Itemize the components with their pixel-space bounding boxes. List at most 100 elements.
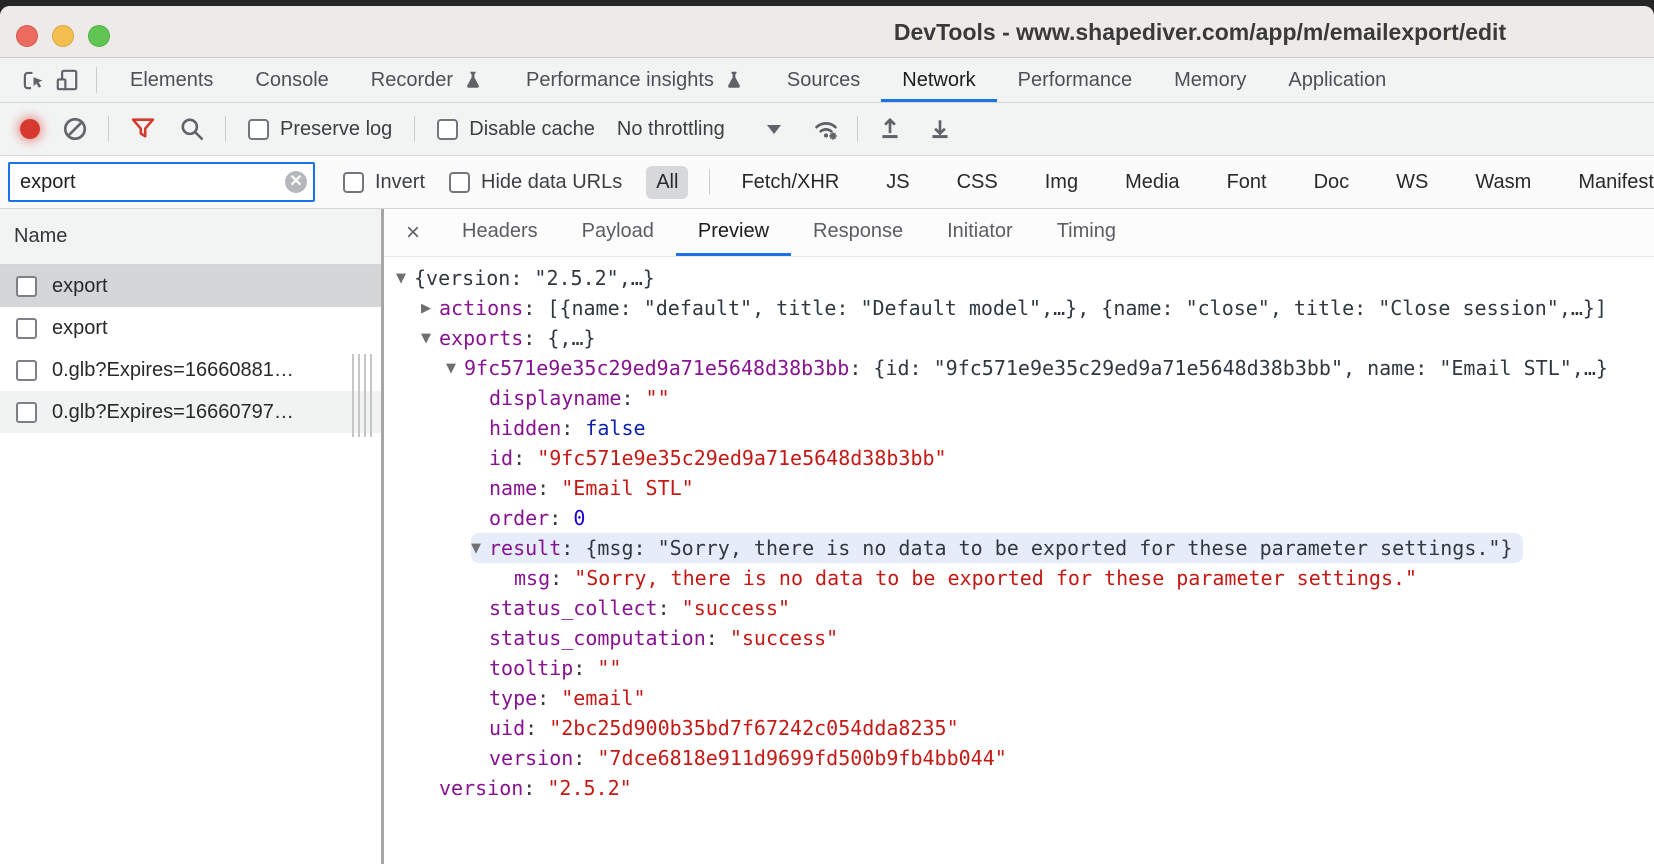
request-row-checkbox[interactable] <box>16 276 37 297</box>
detail-tab-payload[interactable]: Payload <box>560 209 676 256</box>
expander-triangle-icon[interactable]: ▼ <box>471 541 489 556</box>
json-key: type <box>489 686 537 710</box>
request-row-checkbox[interactable] <box>16 318 37 339</box>
request-row[interactable]: 0.glb?Expires=16660797… <box>0 391 381 433</box>
zoom-window-button[interactable] <box>88 25 110 47</box>
tab-console[interactable]: Console <box>234 58 349 102</box>
request-row[interactable]: 0.glb?Expires=16660881… <box>0 349 381 391</box>
preserve-log-toggle[interactable]: Preserve log <box>248 118 392 141</box>
tree-node: displayname: "" <box>471 383 680 413</box>
tab-label: Application <box>1288 69 1386 92</box>
disable-cache-checkbox[interactable] <box>437 119 458 140</box>
invert-checkbox[interactable] <box>343 172 364 193</box>
detail-tab-timing[interactable]: Timing <box>1035 209 1138 256</box>
filter-chip-wasm[interactable]: Wasm <box>1465 166 1541 199</box>
tab-sources[interactable]: Sources <box>766 58 881 102</box>
expander-triangle-icon[interactable]: ▼ <box>421 331 439 346</box>
json-plain: {id: "9fc571e9e35c29ed9a71e5648d38b3bb",… <box>873 356 1608 380</box>
filter-input[interactable] <box>8 162 315 202</box>
tab-memory[interactable]: Memory <box>1153 58 1267 102</box>
json-plain: [{name: "default", title: "Default model… <box>547 296 1607 320</box>
filter-chip-css[interactable]: CSS <box>947 166 1008 199</box>
tab-performance-insights[interactable]: Performance insights <box>505 58 766 102</box>
preserve-log-checkbox[interactable] <box>248 119 269 140</box>
requests-name-column-header[interactable]: Name <box>0 209 381 265</box>
json-str: "success" <box>682 596 790 620</box>
detail-tab-headers[interactable]: Headers <box>440 209 560 256</box>
tree-line[interactable]: ▼9fc571e9e35c29ed9a71e5648d38b3bb: {id: … <box>396 353 1654 383</box>
request-detail-panel: × HeadersPayloadPreviewResponseInitiator… <box>384 209 1654 864</box>
tabbar-separator <box>96 67 97 93</box>
detail-tabbar: × HeadersPayloadPreviewResponseInitiator… <box>384 209 1654 257</box>
filter-chip-img[interactable]: Img <box>1035 166 1088 199</box>
filter-icon[interactable] <box>129 115 157 143</box>
tree-line[interactable]: status_computation: "success" <box>396 623 1654 653</box>
tab-application[interactable]: Application <box>1267 58 1407 102</box>
tree-line[interactable]: version: "7dce6818e911d9699fd500b9fb4bb0… <box>396 743 1654 773</box>
tab-network[interactable]: Network <box>881 58 996 102</box>
export-har-icon[interactable] <box>926 115 954 143</box>
tree-line[interactable]: displayname: "" <box>396 383 1654 413</box>
detail-tab-response[interactable]: Response <box>791 209 925 256</box>
search-icon[interactable] <box>179 116 205 142</box>
tree-line[interactable]: ▼result: {msg: "Sorry, there is no data … <box>396 533 1654 563</box>
invert-toggle[interactable]: Invert <box>343 171 425 194</box>
expander-triangle-icon[interactable]: ▶ <box>421 301 439 316</box>
inspect-element-icon[interactable] <box>16 63 50 97</box>
close-window-button[interactable] <box>16 25 38 47</box>
filter-chip-font[interactable]: Font <box>1217 166 1277 199</box>
filter-chip-fetch-xhr[interactable]: Fetch/XHR <box>731 166 849 199</box>
tree-line[interactable]: id: "9fc571e9e35c29ed9a71e5648d38b3bb" <box>396 443 1654 473</box>
tab-recorder[interactable]: Recorder <box>350 58 505 102</box>
request-row[interactable]: export <box>0 265 381 307</box>
record-network-log-icon[interactable] <box>20 119 40 139</box>
filter-chip-manifest[interactable]: Manifest <box>1568 166 1654 199</box>
clear-network-log-icon[interactable] <box>62 116 88 142</box>
clear-filter-icon[interactable]: ✕ <box>285 171 307 193</box>
tree-line[interactable]: ▼exports: {,…} <box>396 323 1654 353</box>
tree-line[interactable]: hidden: false <box>396 413 1654 443</box>
request-row-checkbox[interactable] <box>16 402 37 423</box>
detail-tab-initiator[interactable]: Initiator <box>925 209 1035 256</box>
expander-triangle-icon[interactable]: ▼ <box>446 361 464 376</box>
network-conditions-icon[interactable] <box>811 114 841 144</box>
filter-input-box: ✕ <box>8 162 315 202</box>
minimize-window-button[interactable] <box>52 25 74 47</box>
filter-chip-media[interactable]: Media <box>1115 166 1189 199</box>
filter-chip-ws[interactable]: WS <box>1386 166 1438 199</box>
json-plain: : <box>523 296 547 320</box>
tree-line[interactable]: status_collect: "success" <box>396 593 1654 623</box>
json-key: result <box>489 536 561 560</box>
json-str: "Sorry, there is no data to be exported … <box>574 566 1417 590</box>
json-plain: : <box>525 716 549 740</box>
throttling-select[interactable]: No throttling <box>617 118 781 141</box>
disable-cache-toggle[interactable]: Disable cache <box>437 118 595 141</box>
tree-line[interactable]: uid: "2bc25d900b35bd7f67242c054dda8235" <box>396 713 1654 743</box>
tree-line[interactable]: ▼{version: "2.5.2",…} <box>396 263 1654 293</box>
tree-line[interactable]: ▶actions: [{name: "default", title: "Def… <box>396 293 1654 323</box>
request-row[interactable]: export <box>0 307 381 349</box>
tab-performance[interactable]: Performance <box>997 58 1154 102</box>
filter-chip-doc[interactable]: Doc <box>1304 166 1360 199</box>
filter-chip-all[interactable]: All <box>646 166 688 199</box>
tree-node: status_collect: "success" <box>471 593 800 623</box>
filter-chip-js[interactable]: JS <box>876 166 919 199</box>
hide-data-urls-checkbox[interactable] <box>449 172 470 193</box>
tree-line[interactable]: name: "Email STL" <box>396 473 1654 503</box>
import-har-icon[interactable] <box>876 115 904 143</box>
tree-line[interactable]: version: "2.5.2" <box>396 773 1654 803</box>
tree-line[interactable]: msg: "Sorry, there is no data to be expo… <box>396 563 1654 593</box>
tree-line[interactable]: type: "email" <box>396 683 1654 713</box>
device-toolbar-icon[interactable] <box>50 63 84 97</box>
toolbar-separator <box>108 116 109 142</box>
tree-line[interactable]: order: 0 <box>396 503 1654 533</box>
tab-elements[interactable]: Elements <box>109 58 234 102</box>
tree-node: hidden: false <box>471 413 656 443</box>
tree-line[interactable]: tooltip: "" <box>396 653 1654 683</box>
close-detail-icon[interactable]: × <box>384 209 440 256</box>
request-row-checkbox[interactable] <box>16 360 37 381</box>
detail-tab-preview[interactable]: Preview <box>676 209 791 256</box>
hide-data-urls-toggle[interactable]: Hide data URLs <box>449 171 622 194</box>
scroll-grip[interactable] <box>352 354 376 437</box>
expander-triangle-icon[interactable]: ▼ <box>396 271 414 286</box>
